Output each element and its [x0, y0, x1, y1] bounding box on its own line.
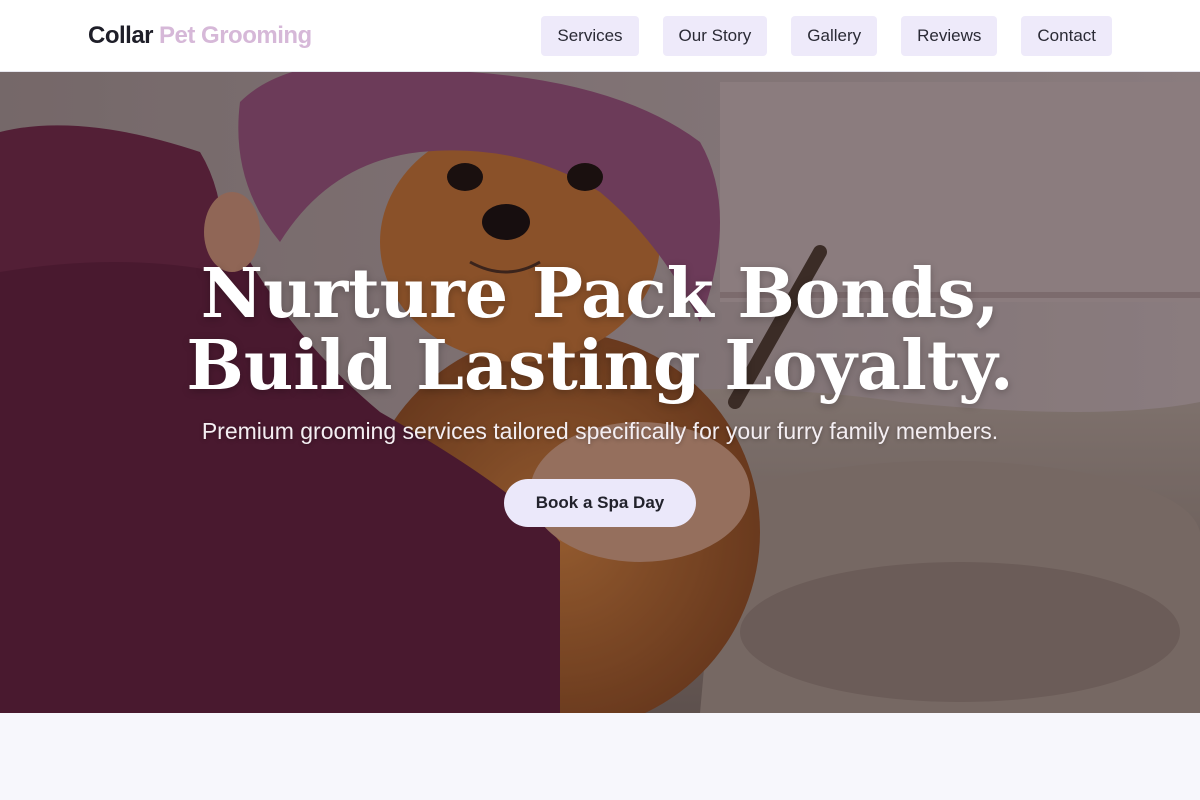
hero-content: Nurture Pack Bonds, Build Lasting Loyalt… [0, 72, 1200, 713]
hero-subheadline: Premium grooming services tailored speci… [201, 418, 999, 444]
next-section [0, 713, 1200, 800]
hero-headline-line-2: Build Lasting Loyalty. [186, 326, 1014, 406]
logo-sub-text: Pet Grooming [159, 21, 312, 49]
site-logo[interactable]: Collar Pet Grooming [88, 22, 312, 50]
nav-gallery[interactable]: Gallery [791, 15, 878, 56]
nav-contact[interactable]: Contact [1021, 15, 1112, 56]
hero-headline-line-1: Nurture Pack Bonds, [200, 254, 1000, 334]
main-nav: Services Our Story Gallery Reviews Conta… [541, 15, 1112, 56]
nav-reviews[interactable]: Reviews [901, 15, 998, 56]
logo-main-text: Collar [88, 21, 154, 49]
site-header: Collar Pet Grooming Services Our Story G… [0, 0, 1200, 72]
nav-our-story[interactable]: Our Story [662, 15, 768, 56]
hero-headline: Nurture Pack Bonds, Build Lasting Loyalt… [186, 258, 1013, 402]
hero-section: Nurture Pack Bonds, Build Lasting Loyalt… [0, 72, 1200, 713]
nav-services[interactable]: Services [541, 15, 639, 56]
book-spa-day-button[interactable]: Book a Spa Day [503, 479, 697, 527]
